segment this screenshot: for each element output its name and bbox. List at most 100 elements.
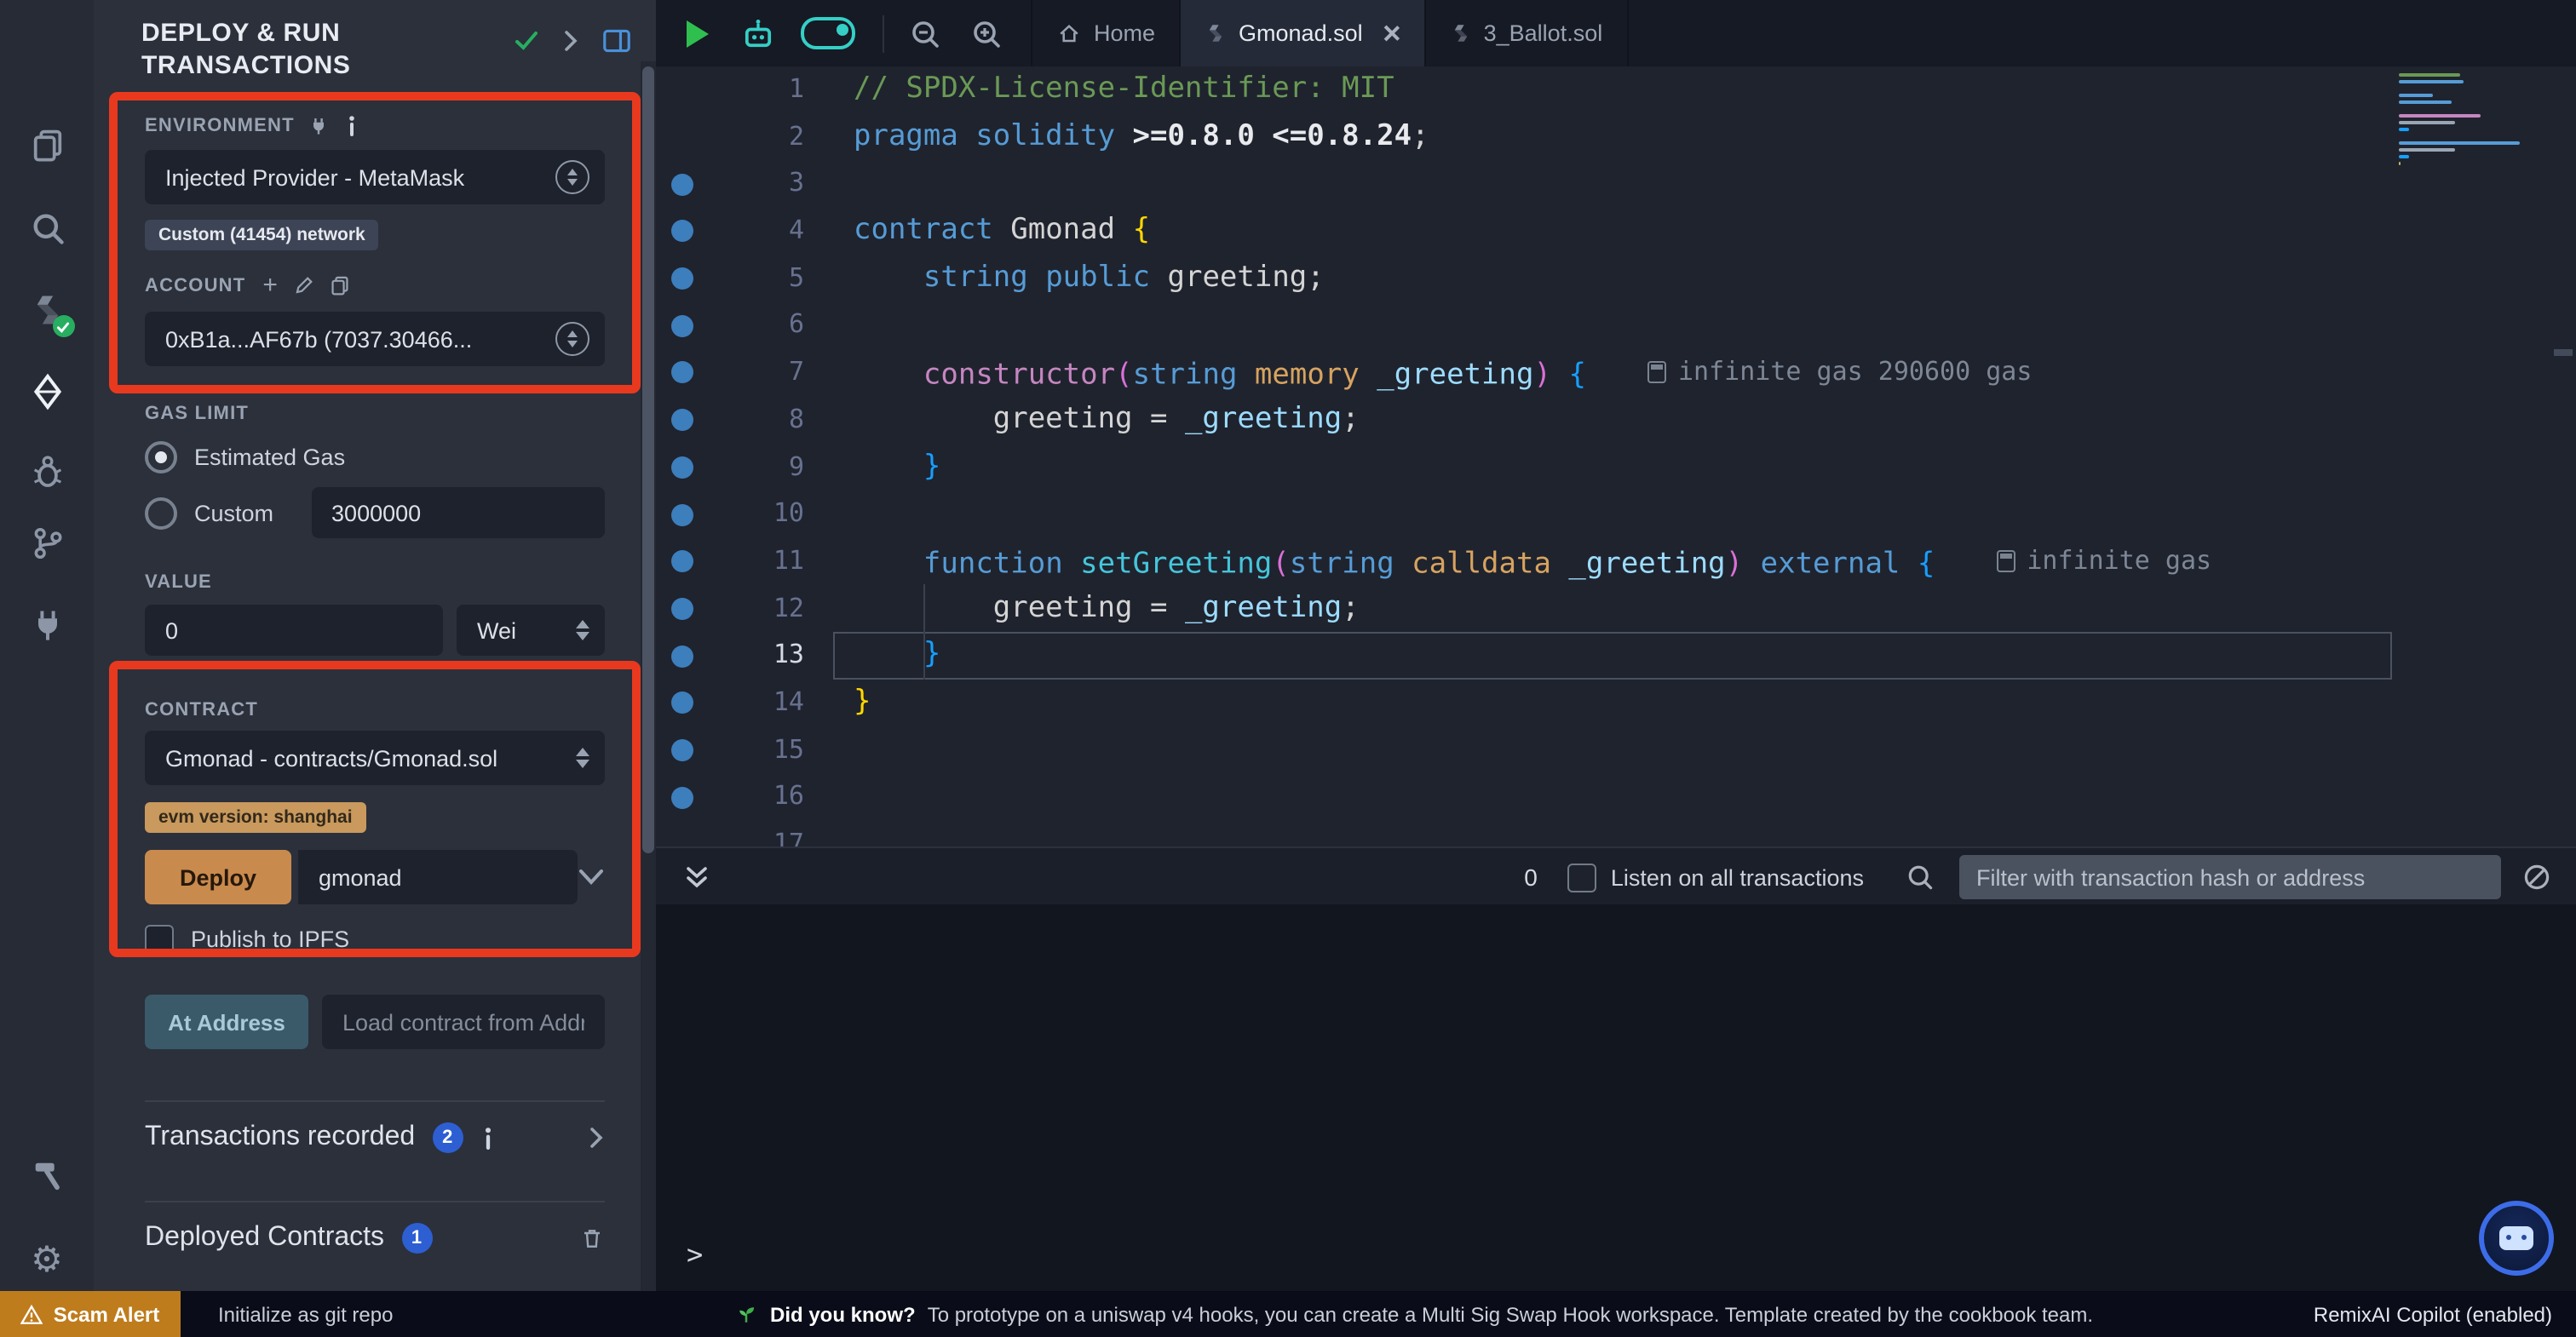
search-icon[interactable] [28, 209, 66, 247]
ai-face-icon [2499, 1226, 2533, 1250]
gutter-dot[interactable] [670, 503, 693, 525]
info-icon[interactable] [342, 116, 361, 136]
code-line[interactable]: 12 greeting = _greeting; [656, 585, 2576, 632]
estimated-gas-option[interactable]: Estimated Gas [145, 441, 605, 473]
gutter-dot[interactable] [670, 692, 693, 714]
search-icon[interactable] [1905, 862, 1935, 892]
run-script-icon[interactable] [687, 20, 709, 47]
publish-ipfs-checkbox[interactable] [145, 925, 174, 954]
add-account-icon[interactable]: + [262, 271, 279, 300]
custom-gas-radio[interactable] [145, 496, 177, 529]
code-line[interactable]: 4contract Gmonad { [656, 208, 2576, 255]
copy-icon[interactable] [328, 274, 350, 296]
plugin-manager-icon[interactable] [28, 606, 66, 644]
gutter-dot[interactable] [670, 409, 693, 431]
gutter-dot[interactable] [670, 362, 693, 384]
code-line[interactable]: 13 } [656, 633, 2576, 680]
line-number: 1 [707, 66, 804, 113]
estimated-gas-radio[interactable] [145, 441, 177, 473]
custom-gas-option[interactable]: Custom [145, 487, 605, 538]
code-line[interactable]: 6 [656, 302, 2576, 349]
gutter-dot[interactable] [670, 315, 693, 337]
tab-gmonad-sol[interactable]: Gmonad.sol [1181, 0, 1426, 66]
collapse-terminal-icon[interactable] [683, 864, 710, 891]
code-line[interactable]: 16 [656, 774, 2576, 821]
ai-robot-icon[interactable] [739, 14, 777, 52]
code-line[interactable]: 9 } [656, 444, 2576, 491]
chevron-right-icon[interactable] [562, 29, 579, 53]
environment-select[interactable]: Injected Provider - MetaMask [145, 150, 605, 204]
editor-code: 1// SPDX-License-Identifier: MIT2pragma … [656, 66, 2576, 846]
solidity-compiler-icon[interactable] [28, 291, 66, 329]
line-number: 16 [707, 774, 804, 821]
code-line[interactable]: 5 string public greeting; [656, 255, 2576, 302]
deployed-contracts-section[interactable]: Deployed Contracts 1 [145, 1201, 605, 1274]
chevron-right-icon[interactable] [588, 1126, 605, 1150]
git-branch-icon[interactable] [28, 525, 66, 562]
zoom-in-icon[interactable] [969, 16, 1003, 50]
gutter-dot[interactable] [670, 739, 693, 761]
code-editor[interactable]: 1// SPDX-License-Identifier: MIT2pragma … [656, 66, 2576, 846]
git-init-button[interactable]: Initialize as git repo [218, 1291, 393, 1337]
deploy-run-icon[interactable] [28, 373, 66, 410]
clear-terminal-icon[interactable] [2521, 862, 2552, 892]
at-address-input[interactable] [322, 995, 605, 1049]
tab-ballot-sol[interactable]: 3_Ballot.sol [1426, 0, 1629, 66]
minimap[interactable] [2399, 73, 2545, 189]
value-input[interactable] [145, 605, 443, 656]
code-line[interactable]: 11 function setGreeting(string calldata … [656, 538, 2576, 585]
code-line[interactable]: 2pragma solidity >=0.8.0 <=0.8.24; [656, 113, 2576, 160]
remix-ai-assistant-button[interactable] [2479, 1201, 2554, 1276]
file-explorer-icon[interactable] [28, 126, 66, 164]
code-line[interactable]: 1// SPDX-License-Identifier: MIT [656, 66, 2576, 113]
gutter-dot[interactable] [670, 221, 693, 243]
deploy-button[interactable]: Deploy [145, 850, 291, 904]
gutter-dot[interactable] [670, 456, 693, 479]
code-line[interactable]: 3 [656, 161, 2576, 208]
copilot-toggle[interactable] [801, 17, 855, 49]
remix-ide-window: ⚙ DEPLOY & RUN TRANSACTIONS ENVIRONMENT … [0, 0, 2576, 1337]
code-line[interactable]: 14} [656, 680, 2576, 726]
transactions-recorded-section[interactable]: Transactions recorded 2 [145, 1100, 605, 1173]
code-line[interactable]: 7 constructor(string memory _greeting) {… [656, 349, 2576, 396]
gutter-dot[interactable] [670, 267, 693, 290]
publish-ipfs-option[interactable]: Publish to IPFS [145, 925, 605, 954]
expand-args-icon[interactable] [578, 867, 605, 887]
panel-scrollbar[interactable] [641, 61, 656, 1291]
gutter-dot[interactable] [670, 550, 693, 572]
terminal-output[interactable]: > [656, 904, 2576, 1291]
gutter-dot[interactable] [670, 645, 693, 667]
contract-select[interactable]: Gmonad - contracts/Gmonad.sol [145, 731, 605, 785]
info-icon[interactable] [480, 1127, 495, 1149]
pin-panel-icon[interactable] [601, 27, 632, 55]
gutter-dot[interactable] [670, 173, 693, 195]
editor-scroll-indicator[interactable] [2554, 349, 2573, 356]
value-unit-select[interactable]: Wei [457, 605, 605, 656]
gutter-dot[interactable] [670, 786, 693, 808]
listen-all-checkbox[interactable] [1568, 863, 1597, 892]
sign-message-icon[interactable] [292, 274, 314, 296]
sprout-icon [734, 1301, 758, 1327]
code-line[interactable]: 15 [656, 726, 2576, 773]
tab-home[interactable]: Home [1031, 0, 1181, 66]
build-tools-icon[interactable] [28, 1156, 66, 1194]
zoom-out-icon[interactable] [908, 16, 942, 50]
check-icon[interactable] [513, 27, 540, 55]
transaction-filter-input[interactable] [1959, 855, 2501, 899]
account-select[interactable]: 0xB1a...AF67b (7037.30466... [145, 312, 605, 366]
scam-alert-button[interactable]: Scam Alert [0, 1291, 181, 1337]
code-line[interactable]: 17 [656, 821, 2576, 846]
code-line[interactable]: 10 [656, 491, 2576, 537]
constructor-arg-input[interactable] [298, 850, 578, 904]
at-address-button[interactable]: At Address [145, 995, 308, 1049]
code-line[interactable]: 8 greeting = _greeting; [656, 397, 2576, 444]
close-tab-icon[interactable] [1382, 24, 1400, 43]
scrollbar-thumb[interactable] [642, 66, 654, 853]
trash-icon[interactable] [579, 1225, 605, 1252]
custom-gas-input[interactable] [311, 487, 605, 538]
debugger-icon[interactable] [28, 453, 66, 491]
listen-all-label: Listen on all transactions [1611, 864, 1864, 890]
swap-arrows-icon [555, 160, 589, 194]
settings-gear-icon[interactable]: ⚙ [31, 1242, 63, 1278]
gutter-dot[interactable] [670, 598, 693, 620]
